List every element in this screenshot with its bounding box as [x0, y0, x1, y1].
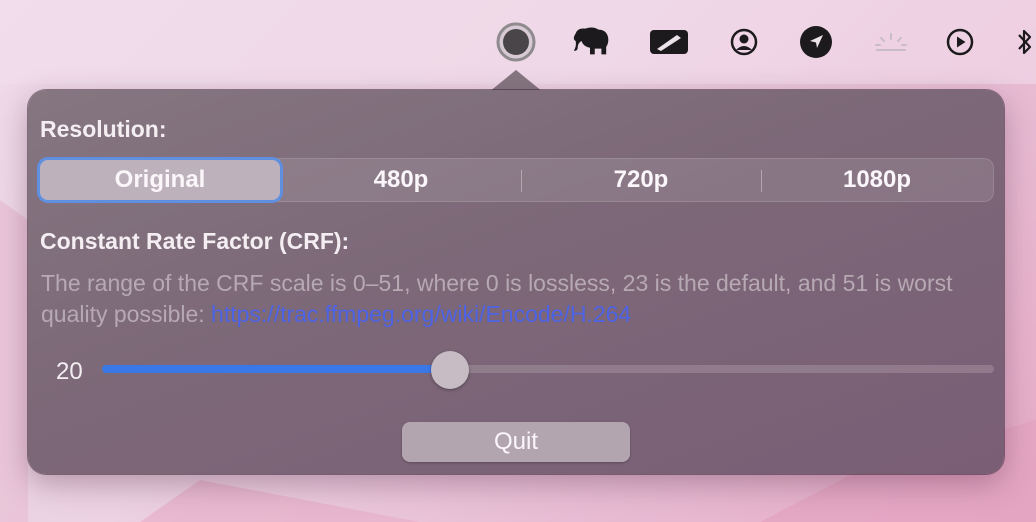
bluetooth-icon[interactable]: [1005, 22, 1036, 62]
resolution-option-720p[interactable]: 720p: [522, 158, 760, 202]
crf-label: Constant Rate Factor (CRF):: [40, 228, 350, 254]
popover-arrow: [489, 70, 543, 92]
play-circle-icon[interactable]: [940, 22, 980, 62]
resolution-label: Resolution:: [40, 116, 167, 142]
crf-description: The range of the CRF scale is 0–51, wher…: [41, 268, 971, 330]
crf-docs-link[interactable]: https://trac.ffmpeg.org/wiki/Encode/H.26…: [211, 301, 631, 327]
crf-value: 20: [56, 358, 83, 385]
pen-icon[interactable]: [649, 22, 689, 62]
resolution-option-1080p[interactable]: 1080p: [762, 158, 992, 202]
resolution-option-480p[interactable]: 480p: [282, 158, 520, 202]
crf-slider-fill: [102, 365, 450, 373]
resolution-option-original[interactable]: Original: [40, 158, 280, 202]
brightness-icon[interactable]: [871, 22, 911, 62]
user-circle-icon[interactable]: [724, 22, 764, 62]
resolution-segmented-control: Original 480p 720p 1080p: [38, 158, 994, 202]
record-icon[interactable]: [496, 22, 536, 62]
quit-button[interactable]: Quit: [402, 422, 630, 462]
crf-slider-thumb[interactable]: [430, 351, 469, 389]
location-arrow-icon[interactable]: [796, 22, 836, 62]
crf-slider-track[interactable]: [102, 365, 994, 373]
elephant-icon[interactable]: [570, 22, 610, 62]
